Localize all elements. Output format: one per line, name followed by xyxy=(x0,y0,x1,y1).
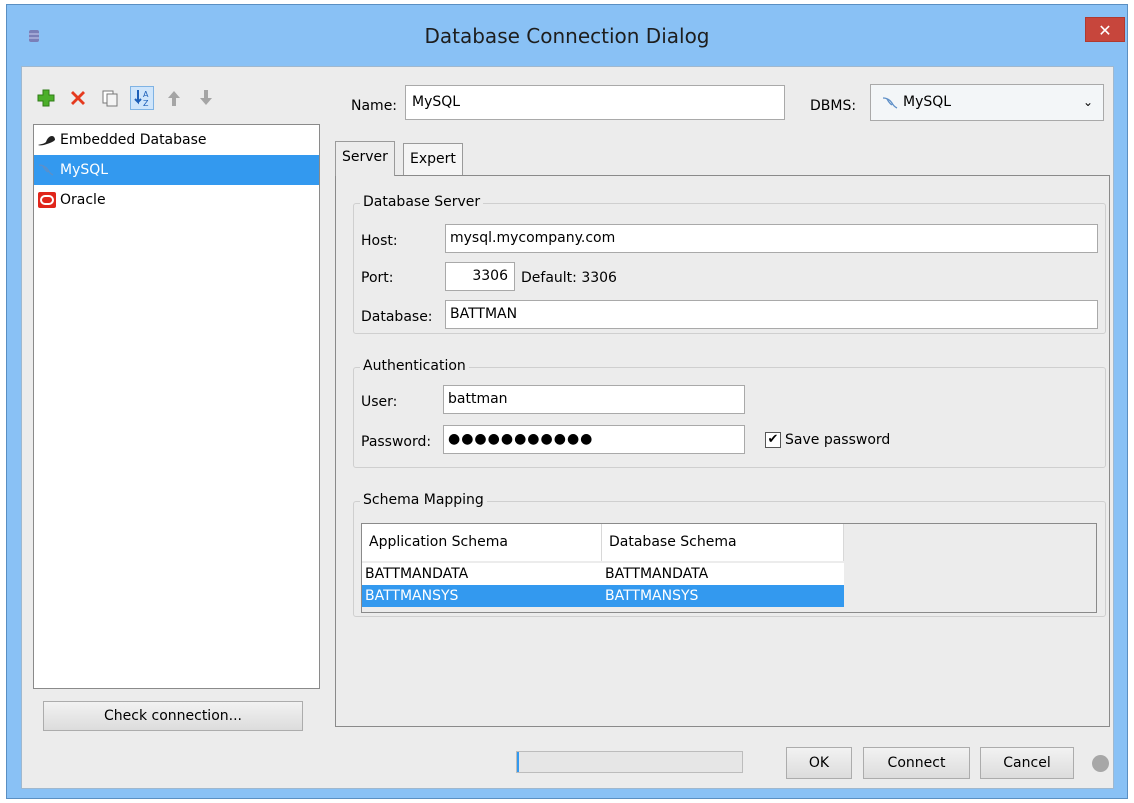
connect-button[interactable]: Connect xyxy=(863,747,970,779)
list-item-oracle[interactable]: Oracle xyxy=(34,185,319,215)
table-row[interactable]: BATTMANSYS BATTMANSYS xyxy=(362,585,844,607)
window-title: Database Connection Dialog xyxy=(424,24,710,48)
schema-mapping-group: Schema Mapping Application Schema Databa… xyxy=(353,492,1106,617)
group-title: Authentication xyxy=(360,358,469,374)
table-cell: BATTMANSYS xyxy=(365,588,459,604)
table-cell: BATTMANDATA xyxy=(365,566,469,582)
progress-bar xyxy=(516,751,743,773)
user-input[interactable]: battman xyxy=(443,385,745,414)
port-default-text: Default: 3306 xyxy=(521,270,617,286)
close-button[interactable]: ✕ xyxy=(1085,17,1125,42)
connection-list[interactable]: Embedded Database MySQL Oracle xyxy=(33,124,320,689)
cancel-button[interactable]: Cancel xyxy=(980,747,1074,779)
column-header-application-schema[interactable]: Application Schema xyxy=(362,524,602,561)
oracle-icon xyxy=(37,192,57,208)
authentication-group: Authentication User: battman Password: ●… xyxy=(353,358,1106,468)
add-connection-button[interactable] xyxy=(34,86,58,110)
add-icon xyxy=(37,89,55,107)
move-up-button[interactable] xyxy=(162,86,186,110)
database-label: Database: xyxy=(361,309,433,325)
tab-expert[interactable]: Expert xyxy=(403,143,463,176)
mysql-dolphin-icon xyxy=(882,97,898,109)
table-cell: BATTMANDATA xyxy=(605,566,709,582)
progress-fill xyxy=(517,752,519,772)
move-down-icon xyxy=(200,90,212,105)
column-header-database-schema[interactable]: Database Schema xyxy=(602,524,844,561)
hat-icon xyxy=(37,132,57,148)
group-title: Database Server xyxy=(360,194,484,210)
server-tab-panel: Database Server Host: mysql.mycompany.co… xyxy=(335,175,1110,727)
list-item-mysql[interactable]: MySQL xyxy=(34,155,319,185)
save-password-label: Save password xyxy=(785,432,891,448)
dialog-window: Database Connection Dialog ✕ A Z Embedde… xyxy=(6,4,1128,799)
connection-list-panel: A Z Embedded Database MySQL Oracle Check… xyxy=(26,71,323,738)
svg-text:A: A xyxy=(143,90,149,99)
user-label: User: xyxy=(361,394,398,410)
copy-connection-button[interactable] xyxy=(98,86,122,110)
dbms-value: MySQL xyxy=(903,94,952,110)
help-icon[interactable] xyxy=(1092,755,1109,772)
save-password-checkbox[interactable]: ✔ xyxy=(765,432,781,448)
dbms-label: DBMS: xyxy=(810,98,857,114)
schema-mapping-table[interactable]: Application Schema Database Schema BATTM… xyxy=(361,523,1097,613)
port-input[interactable]: 3306 xyxy=(445,262,515,291)
svg-text:Z: Z xyxy=(143,99,149,108)
dbms-select[interactable]: MySQL ⌄ xyxy=(870,84,1104,121)
port-label: Port: xyxy=(361,270,394,286)
group-title: Schema Mapping xyxy=(360,492,487,508)
table-cell: BATTMANSYS xyxy=(605,588,699,604)
password-input[interactable]: ●●●●●●●●●●● xyxy=(443,425,745,454)
copy-icon xyxy=(102,90,118,107)
connection-label: Embedded Database xyxy=(60,132,207,148)
chevron-down-icon: ⌄ xyxy=(1082,95,1093,109)
host-input[interactable]: mysql.mycompany.com xyxy=(445,224,1098,253)
host-label: Host: xyxy=(361,233,398,249)
sort-connections-button[interactable]: A Z xyxy=(130,86,154,110)
table-header: Application Schema Database Schema xyxy=(362,524,844,561)
connection-label: Oracle xyxy=(60,192,106,208)
check-connection-button[interactable]: Check connection... xyxy=(43,701,303,731)
database-input[interactable]: BATTMAN xyxy=(445,300,1098,329)
connection-toolbar: A Z xyxy=(34,85,218,111)
database-server-group: Database Server Host: mysql.mycompany.co… xyxy=(353,194,1106,334)
delete-connection-button[interactable] xyxy=(66,86,90,110)
move-up-icon xyxy=(168,91,180,106)
move-down-button[interactable] xyxy=(194,86,218,110)
title-bar[interactable]: Database Connection Dialog ✕ xyxy=(7,5,1127,66)
sort-icon: A Z xyxy=(134,90,149,108)
password-label: Password: xyxy=(361,434,432,450)
name-label: Name: xyxy=(351,98,398,114)
mysql-dolphin-icon xyxy=(37,162,57,178)
name-input[interactable]: MySQL xyxy=(405,85,785,120)
tab-server[interactable]: Server xyxy=(335,141,395,176)
connection-label: MySQL xyxy=(60,162,109,178)
list-item-embedded-database[interactable]: Embedded Database xyxy=(34,125,319,155)
dialog-body: A Z Embedded Database MySQL Oracle Check… xyxy=(21,66,1114,789)
delete-icon xyxy=(71,91,85,105)
table-row[interactable]: BATTMANDATA BATTMANDATA xyxy=(362,563,844,585)
ok-button[interactable]: OK xyxy=(786,747,852,779)
